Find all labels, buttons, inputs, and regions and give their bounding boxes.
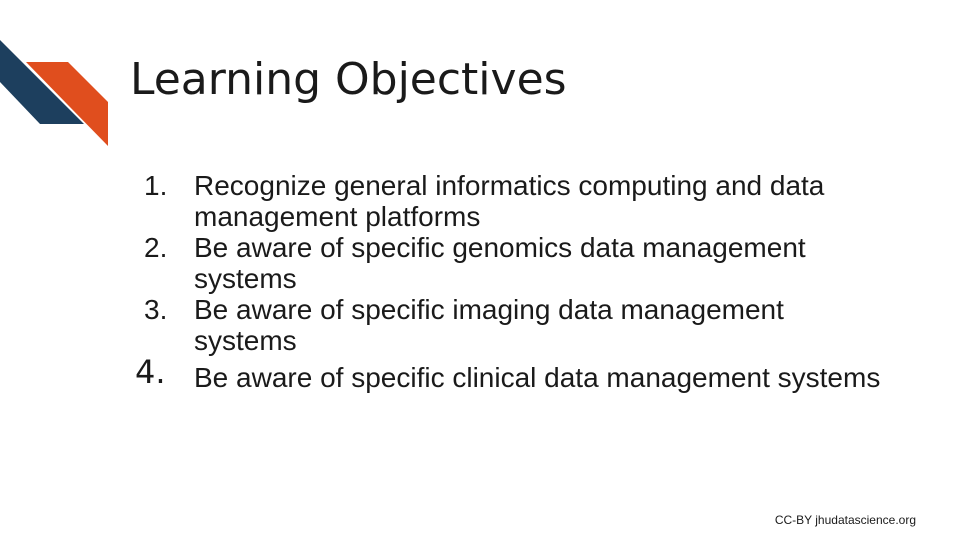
objective-number: 1. (144, 170, 168, 201)
objective-item: 2. Be aware of specific genomics data ma… (130, 232, 890, 294)
slide: Learning Objectives 1. Recognize general… (0, 0, 960, 540)
objective-text: Recognize general informatics computing … (194, 170, 825, 232)
objective-text: Be aware of specific imaging data manage… (194, 294, 784, 356)
license-footer: CC-BY jhudatascience.org (774, 513, 916, 527)
objective-item: 1. Recognize general informatics computi… (130, 170, 890, 232)
objective-number: 3. (144, 294, 168, 325)
objective-number: 4. (135, 353, 166, 391)
objective-number: 2. (144, 232, 168, 263)
objective-item: 3. Be aware of specific imaging data man… (130, 294, 890, 356)
slide-title: Learning Objectives (130, 54, 567, 105)
chevron-stripes-logo-icon (0, 40, 108, 146)
objective-text: Be aware of specific genomics data manag… (194, 232, 806, 294)
objective-item: 4. Be aware of specific clinical data ma… (130, 354, 890, 396)
objective-text: Be aware of specific clinical data manag… (194, 362, 881, 393)
objectives-list: 1. Recognize general informatics computi… (130, 170, 890, 396)
